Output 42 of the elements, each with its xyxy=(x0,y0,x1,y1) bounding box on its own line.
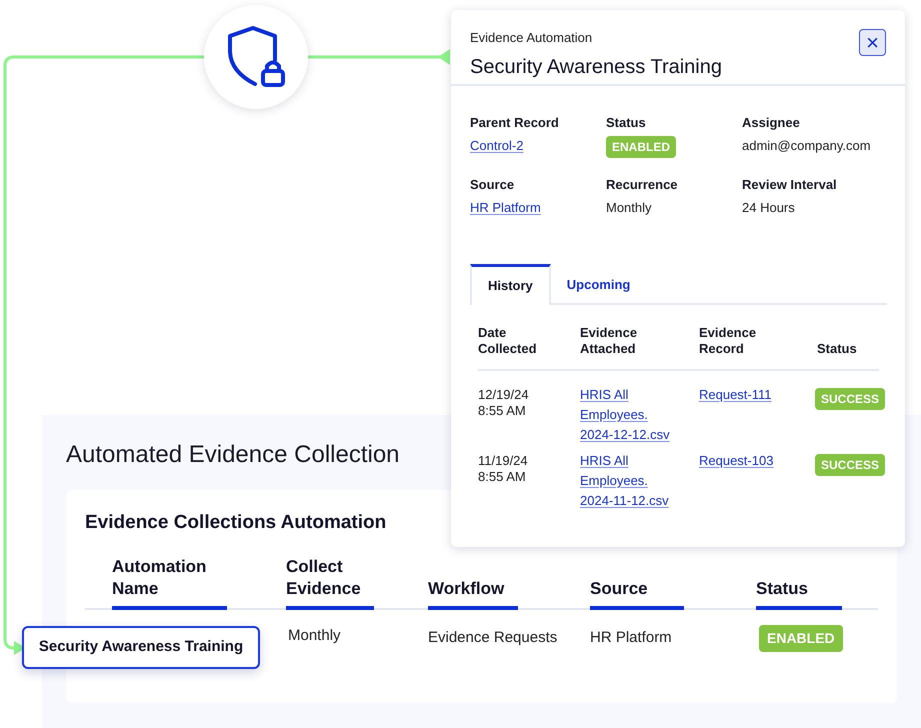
field-label: Assignee xyxy=(742,114,800,132)
link[interactable]: Request-111 xyxy=(699,387,817,403)
shield-lock-icon xyxy=(227,26,285,88)
column-header: Date Collected xyxy=(478,325,538,357)
section-title: Automated Evidence Collection xyxy=(66,440,400,470)
table-cell-text: Evidence Requests xyxy=(428,628,558,648)
column-header: Source xyxy=(590,578,649,600)
column-header: Evidence Attached xyxy=(580,325,638,357)
link[interactable]: HRIS All Employees. 2024-11-12.csv xyxy=(580,451,680,511)
automation-name-chip[interactable]: Security Awareness Training xyxy=(22,626,260,669)
panel-subtitle: Evidence Automation xyxy=(470,29,594,47)
field-value: Monthly xyxy=(606,198,652,217)
tab[interactable]: Upcoming xyxy=(550,264,646,305)
column-header: Status xyxy=(817,341,858,357)
column-header: Status xyxy=(756,578,809,600)
field-value: admin@company.com xyxy=(742,136,871,155)
status-badge: ENABLED xyxy=(759,624,843,652)
tab[interactable]: History xyxy=(470,264,551,305)
field-label: Status xyxy=(606,114,646,132)
link[interactable]: HR Platform xyxy=(470,198,541,217)
field-label: Recurrence xyxy=(606,176,678,194)
table-cell-text: 12/19/24 8:55 AM xyxy=(478,387,530,419)
table-cell-text: 11/19/24 8:55 AM xyxy=(478,453,529,485)
field-label: Parent Record xyxy=(470,114,559,132)
field-value: 24 Hours xyxy=(742,198,795,216)
column-header: Workflow xyxy=(428,578,506,600)
panel-title: Security Awareness Training xyxy=(470,54,722,80)
table-cell-text: HR Platform xyxy=(590,628,673,648)
field-label: Review Interval xyxy=(742,176,837,194)
link[interactable]: HRIS All Employees. 2024-12-12.csv xyxy=(580,385,680,445)
status-badge: ENABLED xyxy=(606,136,676,158)
column-header: Evidence Record xyxy=(699,325,758,357)
link[interactable]: Control-2 xyxy=(470,136,524,155)
link[interactable]: Request-103 xyxy=(699,453,817,469)
close-button[interactable]: × xyxy=(859,29,886,56)
field-label: Source xyxy=(470,176,514,194)
status-badge: SUCCESS xyxy=(815,388,886,410)
column-header: Collect Evidence xyxy=(286,556,362,600)
status-badge: SUCCESS xyxy=(815,454,886,476)
table-cell-text: Monthly xyxy=(287,626,342,646)
card-title: Evidence Collections Automation xyxy=(85,511,388,535)
column-header: Automation Name xyxy=(112,556,208,600)
